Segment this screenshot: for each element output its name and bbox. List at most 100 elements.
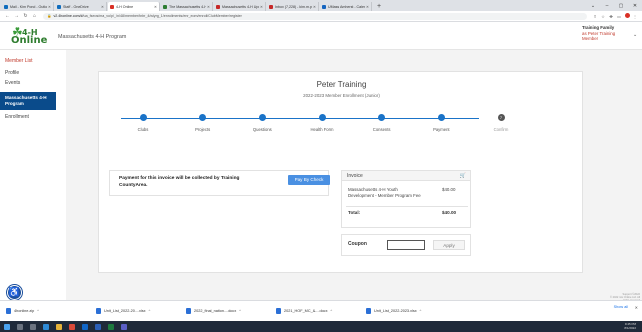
maximize-button[interactable]: ▢ xyxy=(614,3,628,9)
sidebar-program-line2: Program xyxy=(5,100,24,106)
browser-tab[interactable]: Mail - Kim Pond - Outlook ✕ xyxy=(2,2,54,11)
search-icon[interactable] xyxy=(17,323,23,330)
close-tab-icon[interactable]: ✕ xyxy=(260,5,263,9)
extension-icon[interactable]: ✤ xyxy=(607,14,615,19)
back-button[interactable]: ← xyxy=(3,13,12,19)
close-tab-icon[interactable]: ✕ xyxy=(313,5,316,9)
reload-button[interactable]: ↻ xyxy=(21,13,30,19)
payment-box: Payment for this invoice will be collect… xyxy=(109,170,330,196)
taskbar-clock[interactable]: 9:45 PM 8/1/2022 xyxy=(624,322,636,330)
tab-favicon-icon xyxy=(269,4,273,9)
tab-label: Staff - OneDrive xyxy=(63,4,89,9)
sidebar-item-enrollment[interactable]: Enrollment xyxy=(5,114,29,120)
invoice-title: Invoice xyxy=(347,173,363,179)
outlook-icon[interactable] xyxy=(82,323,88,330)
browser-tab[interactable]: Massachusetts 4-H Upcoming✕ xyxy=(214,2,266,11)
toolbar-icons: ⇪ ☆ ✤ ▭ ⋮ xyxy=(591,13,639,19)
step-label: Payment xyxy=(433,127,450,132)
close-tab-icon[interactable]: ✕ xyxy=(207,5,210,9)
download-item[interactable]: Unit_List_2022-2023.xlsx ^ xyxy=(366,305,454,318)
invoice-total-label: Total: xyxy=(348,210,361,215)
close-downloads-icon[interactable]: ✕ xyxy=(635,305,638,310)
close-window-button[interactable]: ✕ xyxy=(628,3,642,9)
tab-list: Mail - Kim Pond - Outlook ✕ Staff - OneDri… xyxy=(2,2,373,11)
download-filename: Unit_List_2022-2023.xlsx xyxy=(374,309,417,313)
accessibility-icon[interactable]: ♿ xyxy=(7,285,22,300)
word-icon[interactable] xyxy=(95,323,101,330)
chevron-up-icon[interactable]: ^ xyxy=(330,309,332,313)
tab-label: Inbox (7,228) - kim.m.pond@g xyxy=(275,4,312,9)
forward-button[interactable]: → xyxy=(12,13,21,19)
download-item[interactable]: 4honline.zip ^ xyxy=(6,305,94,318)
sidebar-program-line1: Massachusetts 4-H xyxy=(5,95,47,100)
sidebar-item-events[interactable]: Events xyxy=(5,80,20,86)
step-dot-questions[interactable] xyxy=(258,114,266,121)
taskbar-date: 8/1/2022 xyxy=(624,325,636,330)
windows-start-icon[interactable] xyxy=(4,323,10,330)
new-tab-button[interactable]: + xyxy=(373,2,385,11)
apply-coupon-button[interactable]: Apply xyxy=(433,240,465,250)
step-dot-consents[interactable] xyxy=(378,114,386,121)
step-dot-clubs[interactable] xyxy=(139,114,147,121)
sidebar-item-profile[interactable]: Profile xyxy=(5,70,19,76)
sidebar-item-program[interactable]: Massachusetts 4-H Program xyxy=(0,92,56,110)
url-domain: v2.4honline.com/#/ xyxy=(53,14,84,18)
chevron-up-icon[interactable]: ^ xyxy=(37,309,39,313)
tab-label: 4-H Online xyxy=(116,4,134,9)
file-explorer-icon[interactable] xyxy=(56,323,62,330)
step-dot-confirm[interactable]: 7 xyxy=(497,114,505,121)
browser-tab[interactable]: Inbox (7,228) - kim.m.pond@g✕ xyxy=(267,2,319,11)
chevron-up-icon[interactable]: ^ xyxy=(149,309,151,313)
minimize-button[interactable]: – xyxy=(600,3,614,9)
browser-tab[interactable]: Staff - OneDrive ✕ xyxy=(55,2,107,11)
invoice-item-desc: Massachusetts 4-H Youth Development - Me… xyxy=(348,187,428,199)
download-item[interactable]: 2021_HOF_MC_&....docx ^ xyxy=(276,305,364,318)
chevron-up-icon[interactable]: ^ xyxy=(239,309,241,313)
tab-label: Massachusetts 4-H Upcoming xyxy=(222,4,259,9)
edge-icon[interactable] xyxy=(43,323,49,330)
stepper-line xyxy=(121,118,479,119)
download-filename: 4honline.zip xyxy=(14,309,35,313)
close-tab-icon[interactable]: ✕ xyxy=(366,5,369,9)
download-item[interactable]: Unit_List_2022-20....xlsx ^ xyxy=(96,305,184,318)
pay-by-check-button[interactable]: Pay By Check xyxy=(288,175,330,185)
browser-tab[interactable]: 4-H Online ✕ xyxy=(108,2,160,11)
browser-tab[interactable]: The Massachusetts 4-H Founda✕ xyxy=(161,2,213,11)
task-view-icon[interactable] xyxy=(30,323,36,330)
step-dot-projects[interactable] xyxy=(199,114,207,121)
family-switcher[interactable]: Training Family as Peter Training Member xyxy=(582,25,630,42)
profile-icon[interactable] xyxy=(623,13,631,19)
star-icon[interactable]: ☆ xyxy=(599,14,607,19)
tab-label: Mail - Kim Pond - Outlook xyxy=(10,4,47,9)
browser-tab[interactable]: UMass Amherst - Calendar - M✕ xyxy=(320,2,372,11)
close-tab-icon[interactable]: ✕ xyxy=(48,5,51,9)
close-tab-icon[interactable]: ✕ xyxy=(101,5,104,9)
sidebar-item-member-list[interactable]: Member List xyxy=(5,58,33,64)
download-item[interactable]: 2022_final_nation....docx ^ xyxy=(186,305,274,318)
excel-icon[interactable] xyxy=(108,323,114,330)
chrome-icon[interactable] xyxy=(69,323,75,330)
step-dot-payment[interactable] xyxy=(437,114,445,121)
share-icon[interactable]: ⇪ xyxy=(591,14,599,19)
windows-taskbar xyxy=(0,321,642,332)
chevron-down-icon[interactable]: ⌄ xyxy=(633,32,637,38)
invoice-header: Invoice 🛒 xyxy=(342,171,470,181)
show-all-downloads-link[interactable]: Show all xyxy=(614,305,628,309)
app-header: ☘ 4-H Online Massachusetts 4-H Program T… xyxy=(0,22,642,50)
url-field[interactable]: 🔒 v2.4honline.com/#/ ua_fseos/ma_vo/p/_/… xyxy=(43,12,587,20)
step-dot-health-form[interactable] xyxy=(318,114,326,121)
tab-favicon-icon xyxy=(57,4,61,9)
close-tab-icon[interactable]: ✕ xyxy=(154,5,157,9)
tab-search-icon[interactable]: ⌄ xyxy=(586,3,600,9)
browser-tab-bar: Mail - Kim Pond - Outlook ✕ Staff - OneDri… xyxy=(0,0,642,11)
chevron-up-icon[interactable]: ^ xyxy=(420,309,422,313)
coupon-input[interactable] xyxy=(387,240,425,250)
menu-icon[interactable]: ⋮ xyxy=(631,14,639,19)
4h-online-logo[interactable]: ☘ 4-H Online xyxy=(8,25,48,46)
sidebar-icon[interactable]: ▭ xyxy=(615,14,623,19)
tab-label: The Massachusetts 4-H Founda xyxy=(169,4,206,9)
tab-favicon-icon xyxy=(110,4,114,9)
teams-icon[interactable] xyxy=(121,323,127,330)
file-icon xyxy=(366,308,371,314)
home-icon[interactable]: ⌂ xyxy=(30,13,39,19)
